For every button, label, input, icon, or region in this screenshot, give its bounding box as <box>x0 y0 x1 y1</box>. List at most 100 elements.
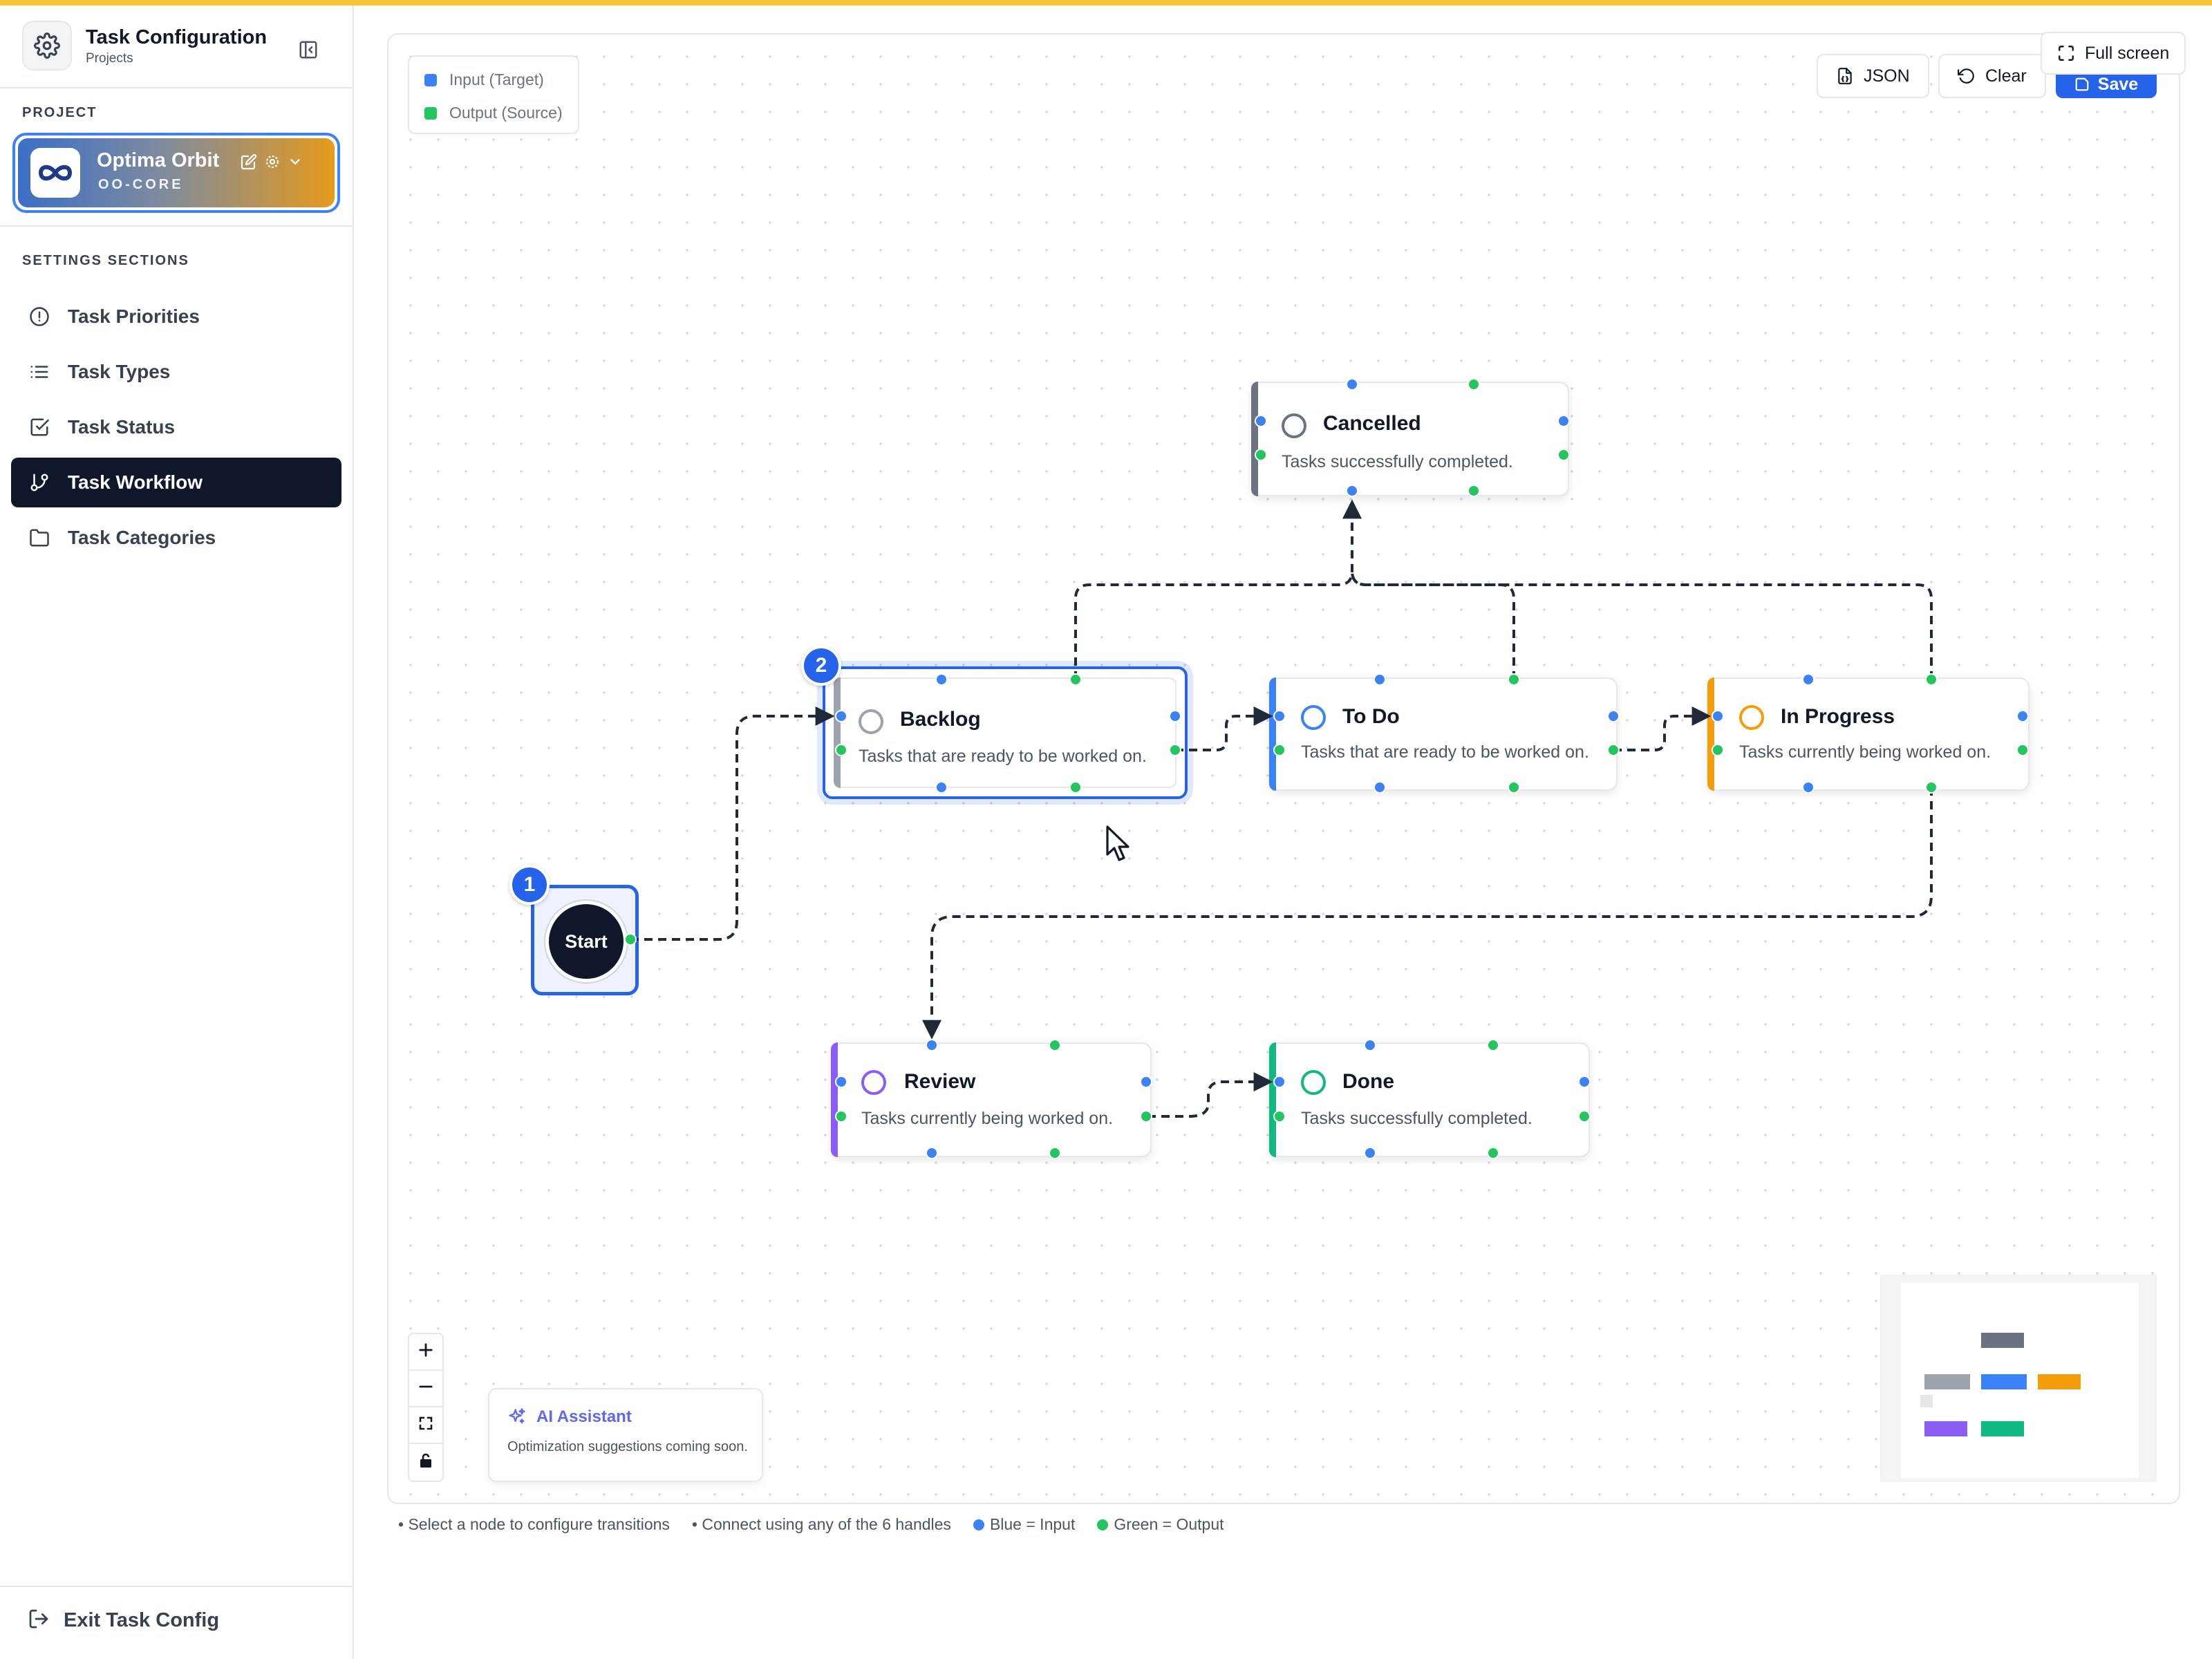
nav-item-task-workflow[interactable]: Task Workflow <box>11 458 341 507</box>
lock-button[interactable] <box>409 1444 442 1481</box>
status-node-done[interactable]: Done Tasks successfully completed. <box>1269 1042 1590 1157</box>
node-input-handle[interactable] <box>1346 485 1358 497</box>
edit-icon[interactable] <box>241 153 257 174</box>
node-output-handle[interactable] <box>1169 744 1181 756</box>
hint-blue-label: Blue = Input <box>989 1515 1076 1533</box>
node-input-handle[interactable] <box>1374 673 1386 686</box>
node-input-handle[interactable] <box>835 710 847 722</box>
node-input-handle[interactable] <box>926 1039 938 1051</box>
node-output-handle[interactable] <box>1273 744 1286 756</box>
json-button[interactable]: JSON <box>1817 54 1929 98</box>
node-output-handle[interactable] <box>1607 744 1620 756</box>
nav-item-label: Task Types <box>68 361 171 382</box>
ai-assistant-card[interactable]: AI Assistant Optimization suggestions co… <box>488 1388 763 1482</box>
zoom-in-button[interactable] <box>409 1334 442 1371</box>
folder-icon <box>28 526 51 550</box>
json-button-label: JSON <box>1864 66 1910 86</box>
node-output-handle[interactable] <box>1508 781 1520 794</box>
settings-section-label: SETTINGS SECTIONS <box>22 253 189 268</box>
zoom-out-button[interactable] <box>409 1371 442 1407</box>
nav-item-label: Task Categories <box>68 527 216 548</box>
nav-item-task-priorities[interactable]: Task Priorities <box>11 292 341 341</box>
settings-nav: Task Priorities Task Types Task Status T… <box>11 292 341 568</box>
node-output-handle[interactable] <box>2016 744 2029 756</box>
node-output-handle[interactable] <box>1273 1110 1286 1123</box>
minimap[interactable] <box>1880 1275 2157 1482</box>
node-input-handle[interactable] <box>1364 1039 1376 1051</box>
status-circle-icon <box>1739 705 1764 730</box>
nav-item-label: Task Workflow <box>68 471 203 493</box>
node-input-handle[interactable] <box>1802 673 1815 686</box>
node-input-handle[interactable] <box>1374 781 1386 794</box>
output-legend-swatch <box>424 106 437 120</box>
node-output-handle[interactable] <box>1468 485 1480 497</box>
project-settings-icon[interactable] <box>264 153 281 174</box>
git-branch-icon <box>28 471 51 494</box>
node-title: Review <box>904 1070 976 1093</box>
node-output-handle[interactable] <box>1712 744 1724 756</box>
node-output-handle[interactable] <box>1255 449 1267 461</box>
node-input-handle[interactable] <box>835 1076 847 1088</box>
node-output-handle[interactable] <box>1925 781 1938 794</box>
node-title: Done <box>1342 1070 1394 1093</box>
node-input-handle[interactable] <box>1802 781 1815 794</box>
node-output-handle[interactable] <box>1049 1147 1061 1159</box>
project-selector[interactable]: Optima Orbit OO-CORE <box>12 133 340 213</box>
hint-select: • Select a node to configure transitions <box>398 1515 670 1533</box>
node-input-handle[interactable] <box>1140 1076 1152 1088</box>
chevron-down-icon[interactable] <box>288 154 303 173</box>
canvas-controls <box>408 1333 444 1482</box>
node-output-handle[interactable] <box>1069 781 1082 794</box>
sidebar-header: Task Configuration Projects <box>0 6 353 88</box>
start-node[interactable]: Start <box>531 885 639 995</box>
node-input-handle[interactable] <box>2016 710 2029 722</box>
node-output-handle[interactable] <box>1557 449 1570 461</box>
node-input-handle[interactable] <box>1578 1076 1591 1088</box>
ai-assistant-subtitle: Optimization suggestions coming soon. <box>507 1439 748 1454</box>
nav-item-task-types[interactable]: Task Types <box>11 347 341 397</box>
node-output-handle[interactable] <box>1049 1039 1061 1051</box>
start-output-handle[interactable] <box>624 933 637 946</box>
node-input-handle[interactable] <box>1169 710 1181 722</box>
nav-item-task-categories[interactable]: Task Categories <box>11 513 341 563</box>
project-name: Optima Orbit <box>97 149 220 171</box>
node-input-handle[interactable] <box>935 673 948 686</box>
node-output-handle[interactable] <box>1140 1110 1152 1123</box>
node-input-handle[interactable] <box>1255 415 1267 427</box>
status-node-cancelled[interactable]: Cancelled Tasks successfully completed. <box>1251 382 1569 496</box>
nav-item-task-status[interactable]: Task Status <box>11 402 341 452</box>
minimap-node <box>1981 1421 2024 1436</box>
status-color-bar <box>1707 677 1714 791</box>
node-input-handle[interactable] <box>1607 710 1620 722</box>
node-output-handle[interactable] <box>835 744 847 756</box>
status-node-in-progress[interactable]: In Progress Tasks currently being worked… <box>1707 677 2030 791</box>
node-input-handle[interactable] <box>1273 710 1286 722</box>
node-output-handle[interactable] <box>1487 1039 1499 1051</box>
node-output-handle[interactable] <box>1508 673 1520 686</box>
node-output-handle[interactable] <box>1487 1147 1499 1159</box>
node-input-handle[interactable] <box>926 1147 938 1159</box>
node-description: Tasks successfully completed. <box>1301 1109 1533 1128</box>
collapse-sidebar-icon[interactable] <box>294 36 322 64</box>
status-node-todo[interactable]: To Do Tasks that are ready to be worked … <box>1269 677 1618 791</box>
status-color-bar <box>1251 382 1258 496</box>
status-node-review[interactable]: Review Tasks currently being worked on. <box>831 1042 1152 1157</box>
exit-task-config-button[interactable]: Exit Task Config <box>28 1608 219 1633</box>
node-output-handle[interactable] <box>1069 673 1082 686</box>
node-output-handle[interactable] <box>1925 673 1938 686</box>
node-output-handle[interactable] <box>1578 1110 1591 1123</box>
node-input-handle[interactable] <box>1273 1076 1286 1088</box>
node-input-handle[interactable] <box>935 781 948 794</box>
node-input-handle[interactable] <box>1346 378 1358 391</box>
clear-button[interactable]: Clear <box>1938 54 2046 98</box>
node-input-handle[interactable] <box>1364 1147 1376 1159</box>
node-output-handle[interactable] <box>835 1110 847 1123</box>
fit-view-button[interactable] <box>409 1407 442 1444</box>
status-circle-icon <box>1301 705 1326 730</box>
fullscreen-button[interactable]: Full screen <box>2041 32 2186 75</box>
node-output-handle[interactable] <box>1468 378 1480 391</box>
status-node-backlog[interactable]: Backlog Tasks that are ready to be worke… <box>823 666 1188 799</box>
node-input-handle[interactable] <box>1557 415 1570 427</box>
node-input-handle[interactable] <box>1712 710 1724 722</box>
node-inner-card: Backlog Tasks that are ready to be worke… <box>834 677 1177 788</box>
